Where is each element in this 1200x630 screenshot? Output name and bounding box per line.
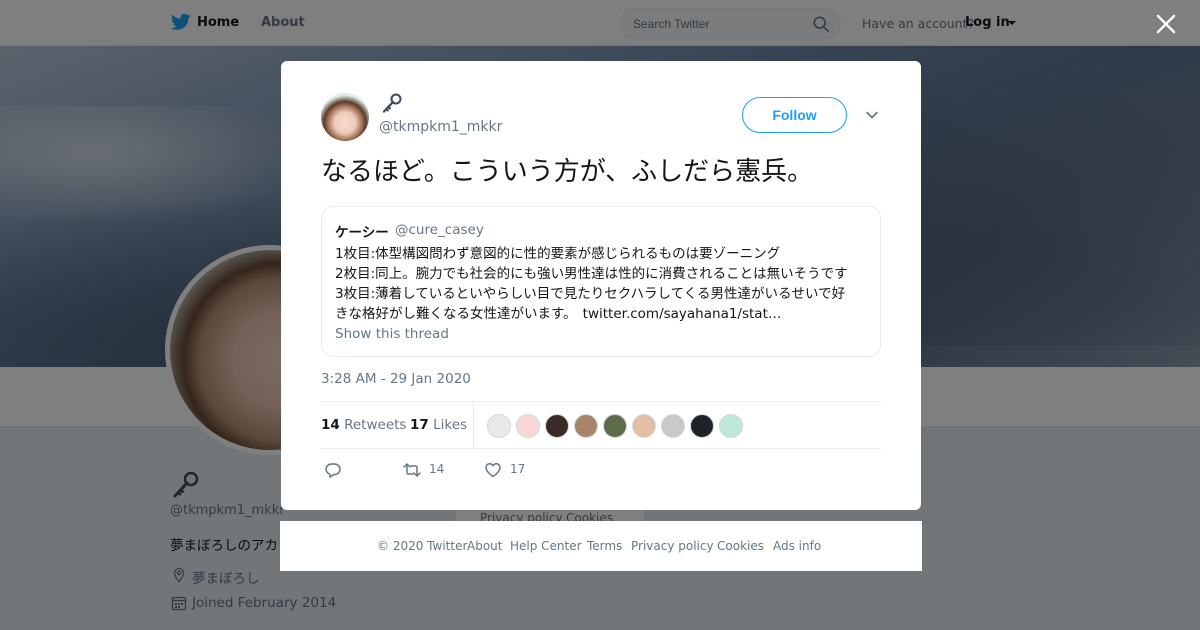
close-icon[interactable]	[1155, 13, 1177, 35]
reply-button[interactable]	[324, 460, 344, 480]
quoted-text-line: 2枚目:同上。腕力でも社会的にも強い男性達は性的に消費されることは無いそうです	[335, 266, 848, 282]
quoted-link[interactable]: twitter.com/sayahana1/stat…	[583, 306, 782, 322]
footer-link-about[interactable]: About	[467, 539, 502, 553]
like-button[interactable]: 17	[484, 460, 534, 480]
tweet-text: なるほど。こういう方が、ふしだら憲兵。	[321, 157, 814, 187]
retweets-label: Retweets	[344, 417, 407, 433]
likes-label: Likes	[433, 417, 468, 433]
retweets-stat[interactable]: 14 Retweets	[321, 417, 406, 433]
quoted-author-name: ケーシー	[335, 225, 389, 241]
footer-link-privacy[interactable]: Privacy policy	[631, 539, 714, 553]
chevron-down-icon[interactable]	[865, 108, 879, 122]
likes-count: 17	[410, 417, 429, 433]
footer-copyright: © 2020 Twitter	[377, 539, 468, 553]
liker-avatar[interactable]	[487, 414, 511, 438]
heart-icon	[485, 462, 501, 478]
author-avatar[interactable]	[321, 93, 369, 141]
quoted-text-line: きな格好がし難くなる女性達がいます。	[335, 306, 577, 322]
liker-avatar[interactable]	[690, 414, 714, 438]
page-footer: © 2020 Twitter About Help Center Terms P…	[280, 521, 922, 571]
quoted-tweet[interactable]: ケーシー @cure_casey 1枚目:体型構図問わず意図的に性的要素が感じら…	[321, 206, 881, 357]
liker-avatar[interactable]	[632, 414, 656, 438]
liker-avatar[interactable]	[516, 414, 540, 438]
retweet-button[interactable]: 14	[403, 460, 453, 480]
quoted-text-line: 1枚目:体型構図問わず意図的に性的要素が感じられるものは要ゾーニング	[335, 246, 781, 262]
author-handle[interactable]: @tkmpkm1_mkkr	[379, 119, 502, 135]
liker-avatar[interactable]	[574, 414, 598, 438]
retweet-icon	[403, 463, 421, 477]
key-emoji-icon	[382, 93, 402, 113]
footer-link-terms[interactable]: Terms	[587, 539, 622, 553]
tweet-timestamp[interactable]: 3:28 AM - 29 Jan 2020	[321, 371, 471, 387]
liker-avatar[interactable]	[603, 414, 627, 438]
retweets-count: 14	[321, 417, 340, 433]
reply-icon	[325, 463, 341, 478]
footer-link-ads-info[interactable]: Ads info	[773, 539, 821, 553]
show-thread-link[interactable]: Show this thread	[335, 326, 449, 342]
footer-link-cookies[interactable]: Cookies	[717, 539, 764, 553]
like-count: 17	[510, 462, 526, 476]
tweet-modal: @tkmpkm1_mkkr Follow なるほど。こういう方が、ふしだら憲兵。…	[281, 61, 921, 510]
quoted-text-line: 3枚目:薄着しているといやらしい目で見たりセクハラしてくる男性達がいるせいで好	[335, 286, 846, 302]
liker-avatar[interactable]	[661, 414, 685, 438]
quoted-text-last-line: きな格好がし難くなる女性達がいます。 twitter.com/sayahana1/…	[335, 302, 781, 322]
liker-avatar[interactable]	[719, 414, 743, 438]
liker-avatar[interactable]	[545, 414, 569, 438]
footer-link-help-center[interactable]: Help Center	[510, 539, 582, 553]
quoted-author-handle: @cure_casey	[395, 222, 484, 238]
stats-divider	[473, 402, 474, 448]
likes-stat[interactable]: 17 Likes	[410, 417, 467, 433]
retweet-count: 14	[429, 462, 445, 476]
tweet-stats: 14 Retweets 17 Likes	[321, 401, 881, 449]
follow-button[interactable]: Follow	[742, 97, 847, 133]
